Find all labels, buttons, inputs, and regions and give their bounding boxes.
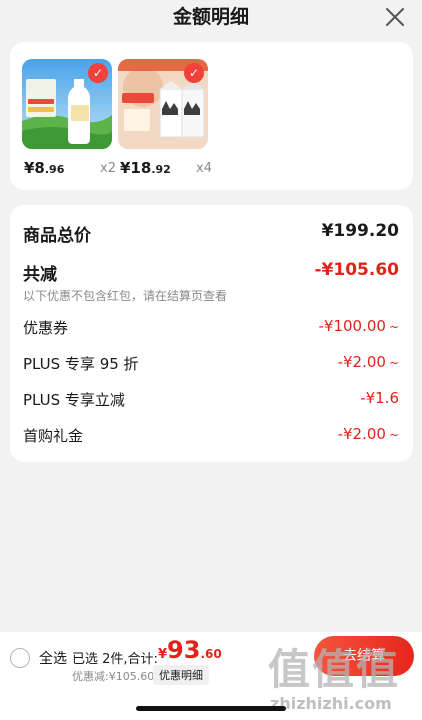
chevron-down-icon[interactable]: ~ bbox=[389, 320, 399, 334]
check-icon[interactable]: ✓ bbox=[184, 63, 204, 83]
check-icon[interactable]: ✓ bbox=[88, 63, 108, 83]
discount-row-plus-95[interactable]: PLUS 专享 95 折 -¥2.00 ~ bbox=[23, 353, 399, 377]
discount-value: -¥2.00 ~ bbox=[338, 353, 399, 371]
product-quantity: x4 bbox=[196, 161, 212, 176]
discount-amount: -¥2.00 bbox=[337, 353, 386, 371]
discount-label: PLUS 专享 95 折 bbox=[23, 355, 139, 373]
chevron-down-icon[interactable]: ~ bbox=[389, 356, 399, 370]
discount-value: -¥100.00 ~ bbox=[318, 317, 399, 335]
price-integer: ¥18 bbox=[120, 159, 152, 177]
total-reduction-label: 共减 bbox=[23, 265, 57, 285]
grand-total: ¥93.60 bbox=[158, 636, 222, 664]
price-decimal: .96 bbox=[44, 163, 65, 176]
product-list: ✓ ¥8.96 x2 ✓ ¥18.92 x4 bbox=[10, 42, 413, 190]
total-price-value: ¥199.20 bbox=[321, 221, 399, 241]
price-decimal: .92 bbox=[151, 163, 171, 176]
selected-count: 已选 2件,合计: bbox=[72, 652, 158, 667]
discount-amount: -¥1.6 bbox=[360, 389, 399, 407]
total-price-row: 商品总价 ¥199.20 bbox=[23, 221, 399, 246]
discount-label: 首购礼金 bbox=[23, 427, 84, 445]
site-watermark: 值值值 zhizhizhi.com bbox=[268, 636, 418, 716]
total-reduction-value: -¥105.60 bbox=[314, 260, 400, 280]
discount-row-coupon[interactable]: 优惠券 -¥100.00 ~ bbox=[23, 317, 399, 341]
home-indicator bbox=[136, 706, 286, 711]
discount-summary: 优惠减:¥105.60 bbox=[72, 670, 155, 683]
product-item[interactable]: ✓ ¥8.96 x2 bbox=[22, 59, 116, 177]
chevron-down-icon[interactable]: ~ bbox=[389, 428, 399, 442]
select-all-label[interactable]: 全选 bbox=[39, 648, 67, 668]
product-price: ¥8.96 bbox=[24, 159, 64, 177]
discount-row-plus-instant: PLUS 专享立减 -¥1.6 bbox=[23, 389, 399, 413]
amount-detail-card: 商品总价 ¥199.20 共减 -¥105.60 以下优惠不包含红包，请在结算页… bbox=[10, 205, 413, 462]
discount-detail-button[interactable]: 优惠明细 bbox=[153, 665, 209, 685]
close-icon[interactable] bbox=[384, 6, 406, 28]
discount-value: -¥2.00 ~ bbox=[338, 425, 399, 443]
total-reduction-row: 共减 -¥105.60 bbox=[23, 260, 400, 285]
total-decimal: .60 bbox=[200, 647, 222, 661]
product-item[interactable]: ✓ ¥18.92 x4 bbox=[118, 59, 212, 177]
discount-amount: -¥2.00 bbox=[337, 425, 386, 443]
discount-label: 优惠券 bbox=[23, 319, 69, 337]
total-integer: 93 bbox=[167, 636, 201, 664]
product-price: ¥18.92 bbox=[120, 159, 171, 177]
discount-note: 以下优惠不包含红包，请在结算页查看 bbox=[23, 289, 228, 303]
product-image-milk-cartons[interactable]: ✓ bbox=[118, 59, 208, 149]
watermark-url: zhizhizhi.com bbox=[270, 694, 392, 713]
discount-amount: -¥100.00 bbox=[318, 317, 386, 335]
header: 金额明细 bbox=[0, 0, 422, 34]
select-all-radio[interactable] bbox=[10, 648, 30, 668]
price-integer: ¥8 bbox=[24, 159, 45, 177]
discount-value: -¥1.6 bbox=[360, 389, 399, 407]
total-price-label: 商品总价 bbox=[23, 226, 91, 246]
page-title: 金额明细 bbox=[172, 6, 249, 28]
discount-row-first-purchase[interactable]: 首购礼金 -¥2.00 ~ bbox=[23, 425, 399, 449]
product-quantity: x2 bbox=[100, 161, 116, 176]
product-image-milk-bottle[interactable]: ✓ bbox=[22, 59, 112, 149]
discount-label: PLUS 专享立减 bbox=[23, 391, 125, 409]
watermark-logo: 值值值 bbox=[268, 645, 401, 694]
total-currency: ¥ bbox=[158, 647, 168, 662]
